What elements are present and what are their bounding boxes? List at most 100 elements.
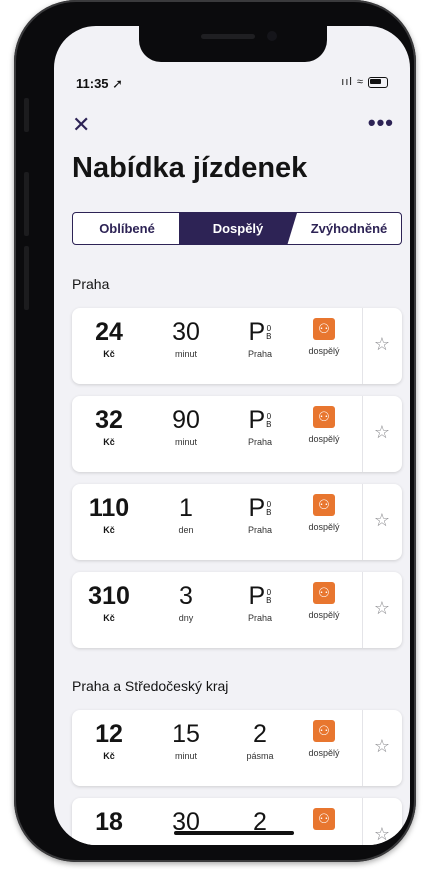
ticket-duration: 90 minut — [156, 406, 216, 448]
divider — [362, 798, 363, 845]
ticket-card[interactable]: 18 30 2 ⚇ ☆ — [72, 798, 402, 845]
screen: 11:35 ➚ ııl ≈ ✕ ••• Nabídka jízdenek Obl… — [54, 26, 410, 845]
ticket-duration: 1 den — [156, 496, 216, 536]
duration-value: 15 — [172, 720, 200, 748]
ticket-duration: 3 dny — [156, 582, 216, 624]
silent-switch — [24, 98, 29, 132]
divider — [362, 396, 363, 472]
ticket-card[interactable]: 110 Kč 1 den P0 B Praha ⚇ dospělý ☆ — [72, 484, 402, 560]
duration-value: 90 — [172, 406, 200, 434]
ticket-card[interactable]: 24 Kč 30 minut P0 B Praha ⚇ dospělý ☆ — [72, 308, 402, 384]
tab-discounted[interactable]: Zvýhodněné — [295, 213, 401, 244]
person-pair-icon: ⚇ — [313, 582, 335, 604]
close-button[interactable]: ✕ — [72, 114, 90, 136]
battery-icon — [368, 76, 388, 88]
ticket-price: 12 Kč — [84, 720, 134, 762]
ticket-category-tabs: Oblíbené Dospělý Zvýhodněné — [72, 212, 402, 245]
zone-marker: 0B — [266, 500, 272, 518]
person-pair-icon: ⚇ — [313, 808, 335, 830]
ticket-type: ⚇ dospělý — [294, 720, 354, 758]
zone-label: Praha — [247, 613, 273, 623]
star-icon[interactable]: ☆ — [374, 510, 390, 531]
ticket-price: 310 Kč — [84, 582, 134, 624]
duration-unit: minut — [174, 751, 197, 761]
type-label: dospělý — [308, 434, 340, 444]
ticket-price: 18 — [84, 810, 134, 835]
section-title-praha: Praha — [72, 276, 110, 292]
zone-label: pásma — [246, 751, 274, 761]
page-title: Nabídka jízdenek — [72, 152, 308, 184]
ticket-duration: 30 minut — [156, 318, 216, 360]
ticket-duration: 15 minut — [156, 720, 216, 762]
type-label: dospělý — [308, 748, 340, 758]
price-value: 18 — [95, 808, 123, 836]
ticket-type: ⚇ dospělý — [294, 582, 354, 620]
zone-marker: 0B — [266, 324, 272, 342]
price-currency: Kč — [103, 437, 115, 447]
more-options-button[interactable]: ••• — [368, 110, 394, 136]
price-value: 310 — [88, 582, 130, 610]
zone-value: P — [248, 318, 266, 346]
phone-frame: 11:35 ➚ ııl ≈ ✕ ••• Nabídka jízdenek Obl… — [14, 0, 416, 862]
status-time: 11:35 ➚ — [76, 76, 124, 91]
duration-value: 30 — [172, 318, 200, 346]
zone-label: Praha — [247, 349, 273, 359]
person-pair-icon: ⚇ — [313, 406, 335, 428]
ticket-type: ⚇ dospělý — [294, 406, 354, 444]
person-pair-icon: ⚇ — [313, 494, 335, 516]
price-value: 32 — [95, 406, 123, 434]
zone-label: Praha — [247, 525, 273, 535]
home-indicator[interactable] — [174, 831, 294, 835]
duration-unit: minut — [174, 437, 197, 447]
star-icon[interactable]: ☆ — [374, 334, 390, 355]
star-icon[interactable]: ☆ — [374, 824, 390, 845]
speaker — [201, 34, 255, 39]
ticket-zone: P0 B Praha — [232, 408, 288, 448]
person-pair-icon: ⚇ — [313, 318, 335, 340]
status-bar: 11:35 ➚ ııl ≈ — [54, 76, 410, 96]
type-label: dospělý — [308, 610, 340, 620]
zone-marker: 0B — [266, 412, 272, 430]
signal-wifi-icon: ııl ≈ — [341, 76, 364, 88]
price-value: 12 — [95, 720, 123, 748]
notch — [139, 26, 327, 62]
ticket-price: 110 Kč — [84, 494, 134, 536]
star-icon[interactable]: ☆ — [374, 736, 390, 757]
star-icon[interactable]: ☆ — [374, 422, 390, 443]
star-icon[interactable]: ☆ — [374, 598, 390, 619]
volume-up-button — [24, 172, 29, 236]
zone-value: P — [248, 494, 266, 522]
ticket-card[interactable]: 12 Kč 15 minut 2 pásma ⚇ dospělý ☆ — [72, 710, 402, 786]
ticket-zone: P0 B Praha — [232, 494, 288, 536]
duration-unit: minut — [174, 349, 197, 359]
ticket-price: 24 Kč — [84, 320, 134, 360]
zone-label: Praha — [247, 437, 273, 447]
ticket-type: ⚇ dospělý — [294, 494, 354, 532]
divider — [362, 710, 363, 786]
zone-marker: 0B — [266, 588, 272, 606]
price-currency: Kč — [103, 525, 115, 535]
ticket-type: ⚇ — [294, 808, 354, 830]
type-label: dospělý — [308, 346, 340, 356]
divider — [362, 572, 363, 648]
tab-adult[interactable]: Dospělý — [179, 213, 297, 244]
zone-value: P — [248, 582, 266, 610]
ticket-price: 32 Kč — [84, 406, 134, 448]
camera — [267, 31, 277, 41]
price-value: 110 — [88, 494, 130, 522]
divider — [362, 308, 363, 384]
ticket-card[interactable]: 32 Kč 90 minut P0 B Praha ⚇ dospělý ☆ — [72, 396, 402, 472]
ticket-zone: P0 B Praha — [232, 318, 288, 360]
section-title-praha-stredocesky: Praha a Středočeský kraj — [72, 678, 229, 694]
person-pair-icon: ⚇ — [313, 720, 335, 742]
duration-unit: dny — [178, 613, 194, 623]
volume-down-button — [24, 246, 29, 310]
duration-unit: den — [178, 525, 194, 535]
ticket-type: ⚇ dospělý — [294, 318, 354, 356]
duration-value: 3 — [179, 582, 193, 610]
type-label: dospělý — [308, 522, 340, 532]
ticket-zone: 2 pásma — [232, 722, 288, 762]
status-icons: ııl ≈ — [341, 76, 388, 88]
ticket-card[interactable]: 310 Kč 3 dny P0 B Praha ⚇ dospělý ☆ — [72, 572, 402, 648]
tab-favorites[interactable]: Oblíbené — [73, 213, 181, 244]
